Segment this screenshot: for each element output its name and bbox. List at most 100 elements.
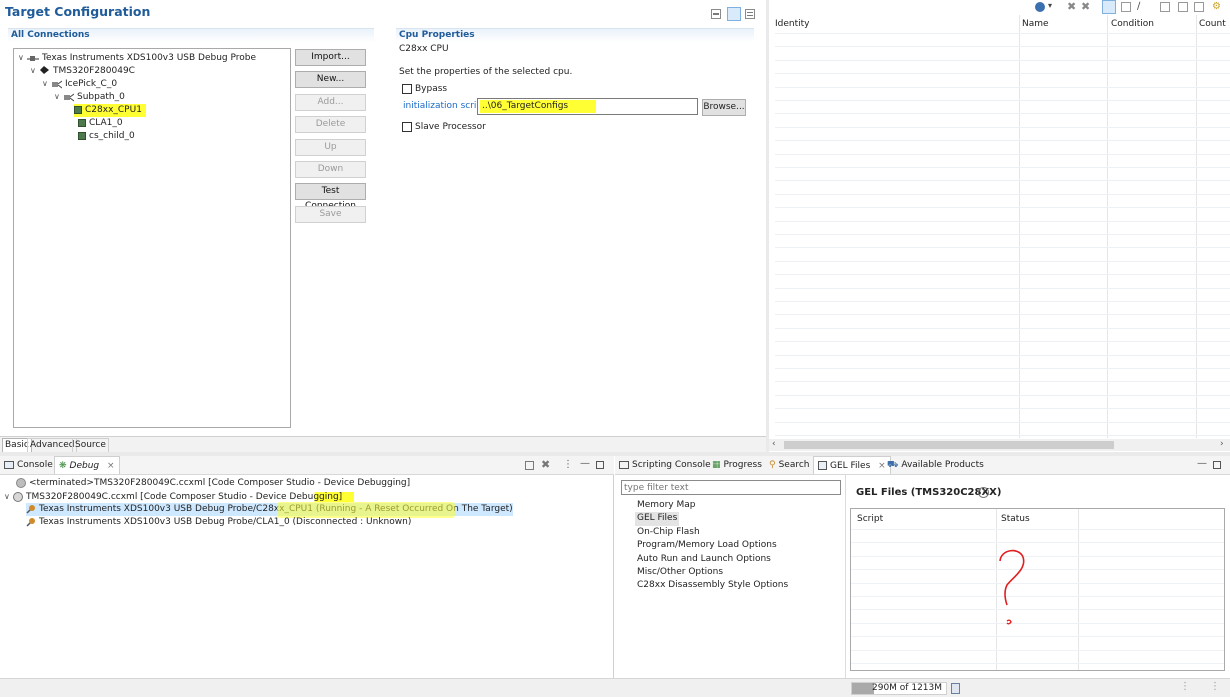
close-icon[interactable]: ×: [878, 461, 886, 471]
test-connection-button[interactable]: Test Connection: [295, 183, 366, 211]
delete-button[interactable]: Delete: [295, 116, 366, 133]
connections-tree[interactable]: ∨ Texas Instruments XDS100v3 USB Debug Pr…: [13, 48, 291, 428]
tree-item-c28xx-cpu1[interactable]: C28xx_CPU1: [74, 104, 146, 117]
collapse-all-icon[interactable]: [1178, 2, 1188, 12]
collapse-icon[interactable]: [525, 461, 534, 470]
table-row-line: [775, 287, 1230, 289]
column-header-script[interactable]: Script: [857, 514, 883, 524]
remove-all-icon[interactable]: ✖: [1081, 1, 1091, 12]
chevron-down-icon[interactable]: ∨: [54, 90, 63, 103]
tab-source[interactable]: Source: [72, 438, 109, 453]
maximize-icon[interactable]: [596, 461, 604, 469]
heap-status[interactable]: 290M of 1213M: [851, 682, 947, 695]
collapse-icon[interactable]: [711, 9, 721, 19]
scroll-left-icon[interactable]: ‹: [772, 439, 776, 449]
debug-row-cla1[interactable]: Texas Instruments XDS100v3 USB Debug Pro…: [26, 516, 411, 529]
settings-icon[interactable]: ⚙: [1212, 2, 1222, 12]
chevron-down-icon[interactable]: ▾: [1048, 1, 1052, 10]
nav-item-program-memory-load[interactable]: Program/Memory Load Options: [637, 539, 788, 552]
column-header-status[interactable]: Status: [1001, 514, 1030, 524]
new-button[interactable]: New...: [295, 71, 366, 88]
bypass-checkbox[interactable]: [402, 84, 412, 94]
horizontal-scrollbar[interactable]: ‹ ›: [769, 439, 1230, 451]
tree-item-cs-child[interactable]: cs_child_0: [78, 130, 135, 143]
column-header-count[interactable]: Count: [1199, 19, 1226, 29]
layout-list-icon[interactable]: [745, 9, 755, 19]
tab-debug[interactable]: ❋ Debug ×: [54, 456, 120, 474]
remove-launch-icon[interactable]: ✖: [541, 458, 550, 471]
scroll-right-icon[interactable]: ›: [1220, 439, 1224, 449]
filter-text-field[interactable]: [624, 481, 838, 494]
nav-item-on-chip-flash[interactable]: On-Chip Flash: [637, 526, 788, 539]
nav-item-auto-run[interactable]: Auto Run and Launch Options: [637, 553, 788, 566]
slave-processor-checkbox[interactable]: [402, 122, 412, 132]
tree-item-device[interactable]: ∨ TMS320F280049C: [30, 64, 135, 77]
init-script-input[interactable]: ..\06_TargetConfigs: [477, 98, 698, 115]
table-row-line: [851, 555, 1224, 557]
link-icon[interactable]: [1102, 0, 1116, 14]
nav-item-gel-files[interactable]: GEL Files: [635, 512, 680, 526]
column-divider: [1107, 15, 1108, 438]
tree-item-probe[interactable]: ∨ Texas Instruments XDS100v3 USB Debug Pr…: [18, 51, 256, 64]
tab-search[interactable]: ⚲ Search: [769, 456, 810, 474]
page-title: Target Configuration: [5, 4, 151, 19]
skip-icon[interactable]: ∕: [1137, 2, 1147, 12]
debug-row-terminated[interactable]: <terminated>TMS320F280049C.ccxml [Code C…: [16, 477, 410, 490]
table-row-line: [775, 381, 1230, 383]
column-header-name[interactable]: Name: [1022, 19, 1049, 29]
expand-all-icon[interactable]: [1160, 2, 1170, 12]
status-bar-menu-icon[interactable]: ⋮: [1210, 681, 1220, 692]
tab-progress[interactable]: ▦ Progress: [712, 456, 762, 474]
column-header-identity[interactable]: Identity: [775, 19, 810, 29]
tree-item-cla1[interactable]: CLA1_0: [78, 117, 123, 130]
table-row-line: [775, 73, 1230, 75]
tab-gel-files[interactable]: GEL Files ×: [813, 456, 891, 474]
chevron-down-icon[interactable]: ∨: [18, 51, 27, 64]
import-icon[interactable]: [1194, 2, 1204, 12]
browse-button[interactable]: Browse...: [702, 99, 746, 116]
column-header-condition[interactable]: Condition: [1111, 19, 1154, 29]
table-row-line: [775, 234, 1230, 235]
scroll-thumb[interactable]: [784, 441, 1114, 449]
down-button[interactable]: Down: [295, 161, 366, 178]
cpu-icon: [78, 131, 86, 140]
right-table-panel: ▾ ✖ ✖ ∕ ⚙ Identity Name Condition Count: [769, 0, 1230, 455]
new-breakpoint-icon[interactable]: [1035, 2, 1045, 12]
router-icon: [63, 92, 75, 102]
save-button[interactable]: Save: [295, 206, 366, 223]
add-button[interactable]: Add...: [295, 94, 366, 111]
maximize-icon[interactable]: [1213, 461, 1221, 469]
minimize-icon[interactable]: —: [580, 458, 590, 469]
tab-scripting-console[interactable]: Scripting Console: [619, 456, 711, 474]
tab-console[interactable]: Console: [4, 456, 53, 474]
chevron-down-icon[interactable]: ∨: [42, 77, 51, 90]
close-icon[interactable]: ×: [107, 461, 115, 471]
table-row-line: [851, 596, 1224, 597]
column-divider: [1196, 15, 1197, 438]
tree-item-subpath[interactable]: ∨ Subpath_0: [54, 90, 125, 103]
nav-item-disassembly-style[interactable]: C28xx Disassembly Style Options: [637, 579, 788, 592]
init-script-link[interactable]: initialization script: [403, 101, 486, 111]
nav-item-memory-map[interactable]: Memory Map: [637, 499, 788, 512]
trash-icon[interactable]: [951, 683, 960, 694]
minimize-icon[interactable]: —: [1197, 458, 1207, 469]
help-icon[interactable]: ?: [978, 487, 989, 498]
goto-icon[interactable]: [1121, 2, 1131, 12]
layout-grid-icon[interactable]: [727, 7, 741, 21]
up-button[interactable]: Up: [295, 139, 366, 156]
cpu-icon: [78, 118, 86, 127]
tree-item-icepick[interactable]: ∨ IcePick_C_0: [42, 77, 117, 90]
gel-files-table[interactable]: Script Status: [850, 508, 1225, 671]
tab-available-products[interactable]: ⛟ Available Products: [887, 456, 984, 474]
chevron-down-icon[interactable]: ∨: [4, 490, 13, 503]
import-button[interactable]: Import...: [295, 49, 366, 66]
nav-item-misc-options[interactable]: Misc/Other Options: [637, 566, 788, 579]
chevron-down-icon[interactable]: ∨: [30, 64, 39, 77]
status-bar-menu-icon[interactable]: ⋮: [1180, 681, 1190, 692]
gel-tab-bar: Scripting Console ▦ Progress ⚲ Search GEL …: [615, 456, 1230, 475]
view-menu-icon[interactable]: ⋮: [563, 459, 573, 470]
tree-item-label: CLA1_0: [89, 118, 123, 128]
remove-icon[interactable]: ✖: [1067, 1, 1077, 12]
tab-advanced[interactable]: Advanced: [27, 438, 78, 453]
filter-input[interactable]: [621, 480, 841, 495]
